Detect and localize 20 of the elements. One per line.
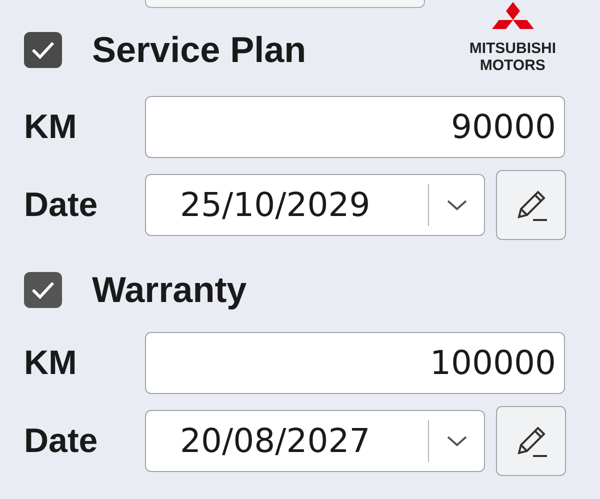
date-picker[interactable]: 25/10/2029 [145, 174, 485, 236]
field-label: KM [24, 106, 78, 148]
edit-button[interactable] [496, 170, 566, 240]
field-label: Date [24, 420, 99, 462]
logo-text: MOTORS [480, 57, 546, 74]
logo-text: MITSUBISHI [469, 40, 556, 57]
chevron-down-icon [446, 434, 468, 448]
chevron-down-icon [446, 198, 468, 212]
input-field[interactable]: 100000 [145, 332, 565, 394]
field-label: Date [24, 184, 99, 226]
checkmark-icon [30, 279, 56, 301]
checkbox[interactable] [24, 32, 62, 68]
edit-button[interactable] [496, 406, 566, 476]
section-title: Service Plan [92, 28, 306, 72]
input-field[interactable]: 90000 [145, 96, 565, 158]
checkmark-icon [30, 39, 56, 61]
date-picker[interactable]: 20/08/2027 [145, 410, 485, 472]
field-label: KM [24, 342, 78, 384]
checkbox[interactable] [24, 272, 62, 308]
section-title: Warranty [92, 268, 247, 312]
